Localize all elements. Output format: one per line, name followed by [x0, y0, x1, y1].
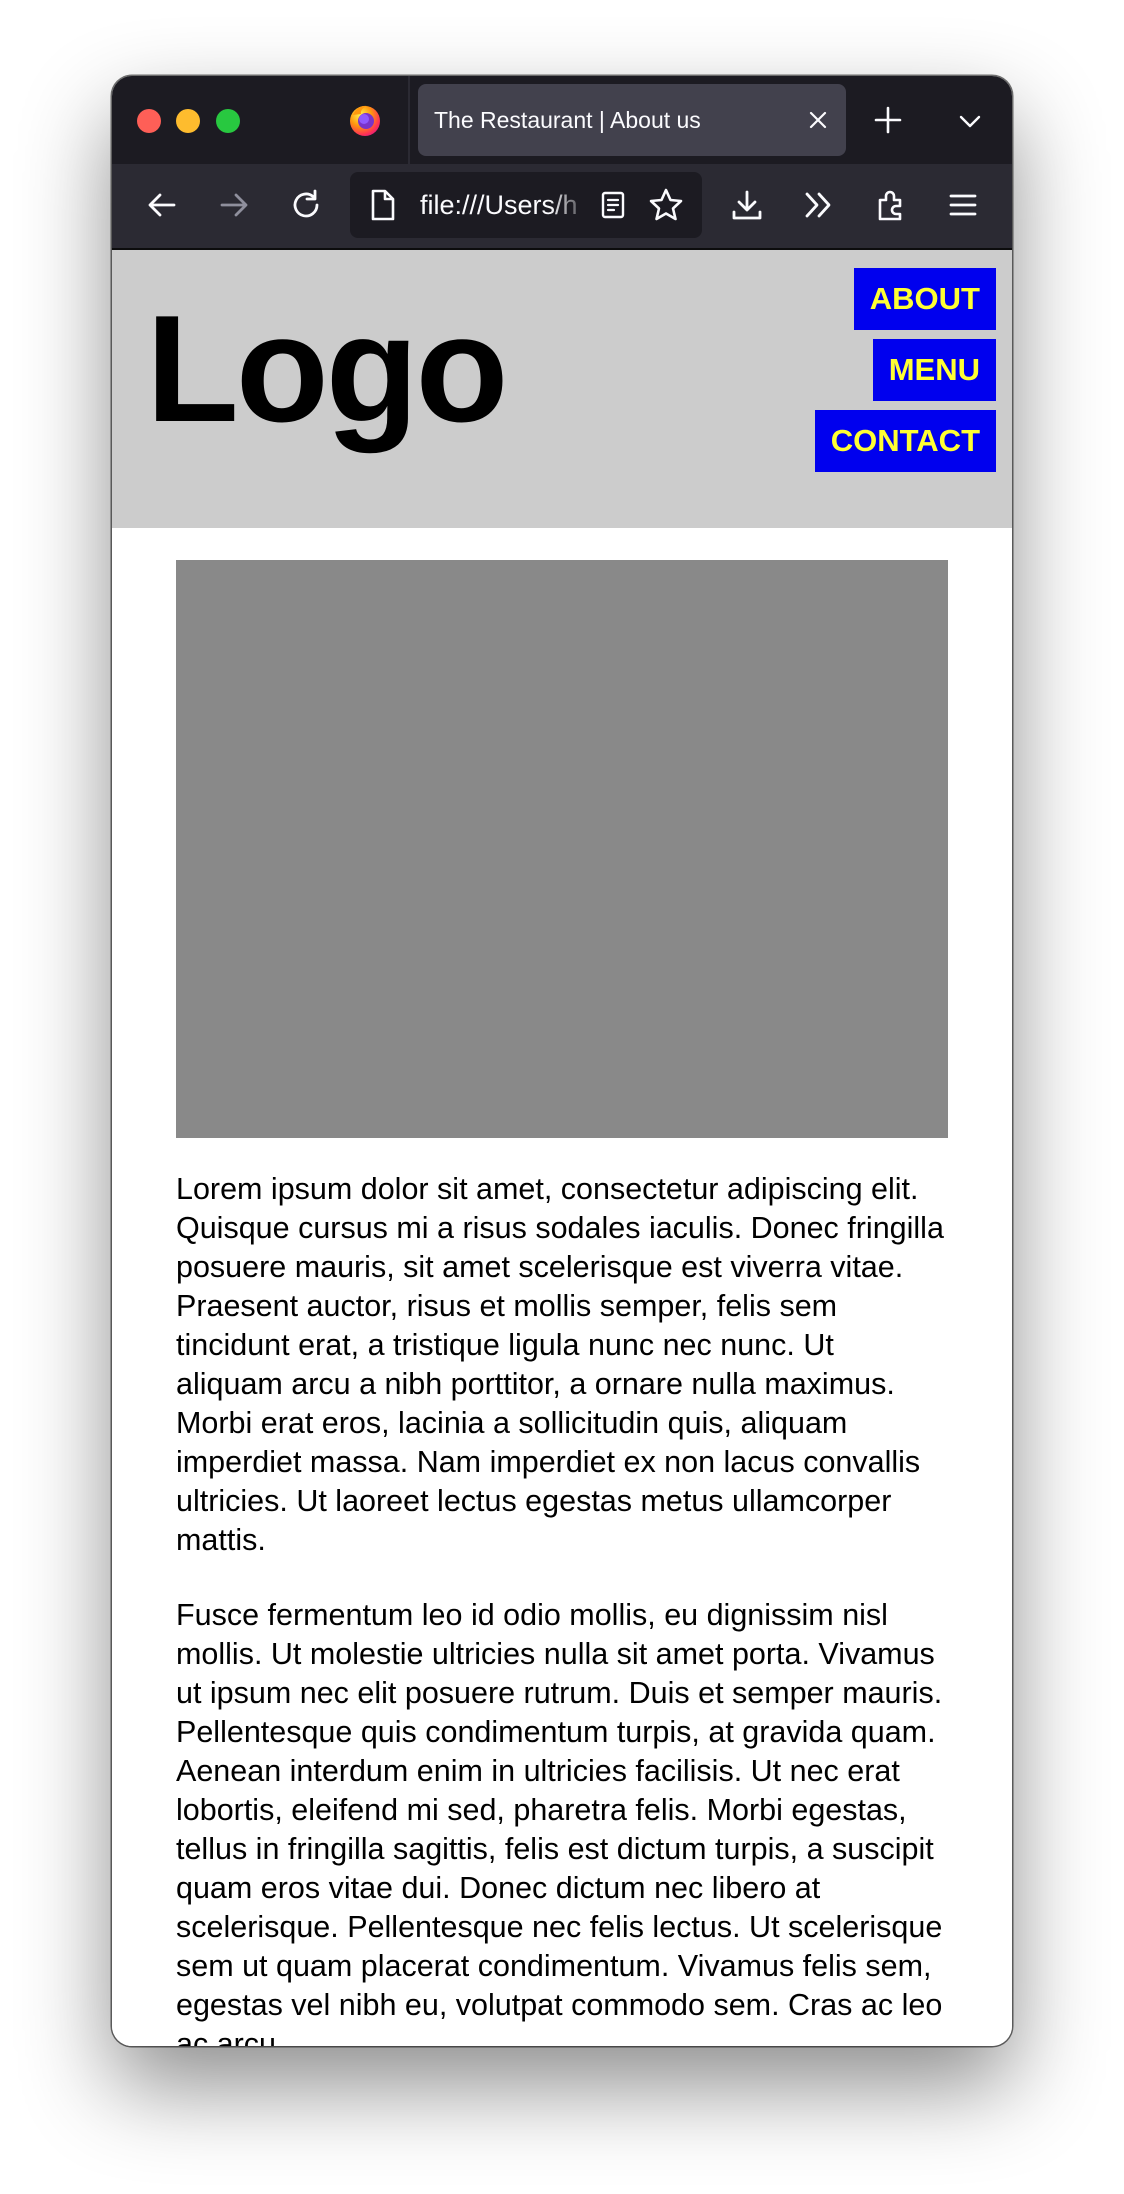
back-arrow-icon[interactable]: [145, 188, 179, 222]
close-icon[interactable]: [808, 110, 828, 130]
page-viewport[interactable]: Logo ABOUT MENU CONTACT Lorem ipsum dolo…: [112, 250, 1012, 2046]
download-icon[interactable]: [730, 188, 764, 222]
chevron-down-icon[interactable]: [958, 109, 982, 133]
star-icon[interactable]: [648, 187, 684, 223]
hero-image-placeholder: [176, 560, 948, 1138]
nav-link-menu[interactable]: MENU: [872, 339, 996, 401]
plus-icon[interactable]: [872, 104, 904, 136]
reload-icon[interactable]: [289, 188, 323, 222]
paragraph-2: Fusce fermentum leo id odio mollis, eu d…: [176, 1598, 943, 2046]
file-icon: [368, 188, 398, 222]
paragraph-1: Lorem ipsum dolor sit amet, consectetur …: [176, 1172, 944, 1557]
tab-separator: [408, 76, 410, 164]
reader-view-icon[interactable]: [598, 190, 628, 220]
url-bar[interactable]: file:///Users/h: [350, 172, 702, 238]
window-minimize-button[interactable]: [176, 109, 200, 133]
tab-bar: The Restaurant | About us: [112, 76, 1012, 164]
window-close-button[interactable]: [137, 109, 161, 133]
tab-title: The Restaurant | About us: [434, 107, 701, 133]
firefox-icon: [348, 103, 382, 137]
overflow-chevrons-icon[interactable]: [802, 188, 836, 222]
extensions-icon[interactable]: [874, 188, 908, 222]
forward-arrow-icon[interactable]: [217, 188, 251, 222]
site-header: Logo ABOUT MENU CONTACT: [112, 250, 1012, 528]
tab-active[interactable]: The Restaurant | About us: [418, 84, 846, 156]
nav-link-about[interactable]: ABOUT: [853, 268, 996, 330]
window-zoom-button[interactable]: [216, 109, 240, 133]
browser-window: The Restaurant | About us file:///Users/…: [112, 76, 1012, 2046]
hamburger-menu-icon[interactable]: [946, 188, 980, 222]
nav-link-contact[interactable]: CONTACT: [814, 410, 996, 472]
url-fade: [550, 172, 590, 238]
navigation-toolbar: file:///Users/h: [112, 164, 1012, 250]
site-logo[interactable]: Logo: [146, 274, 508, 464]
